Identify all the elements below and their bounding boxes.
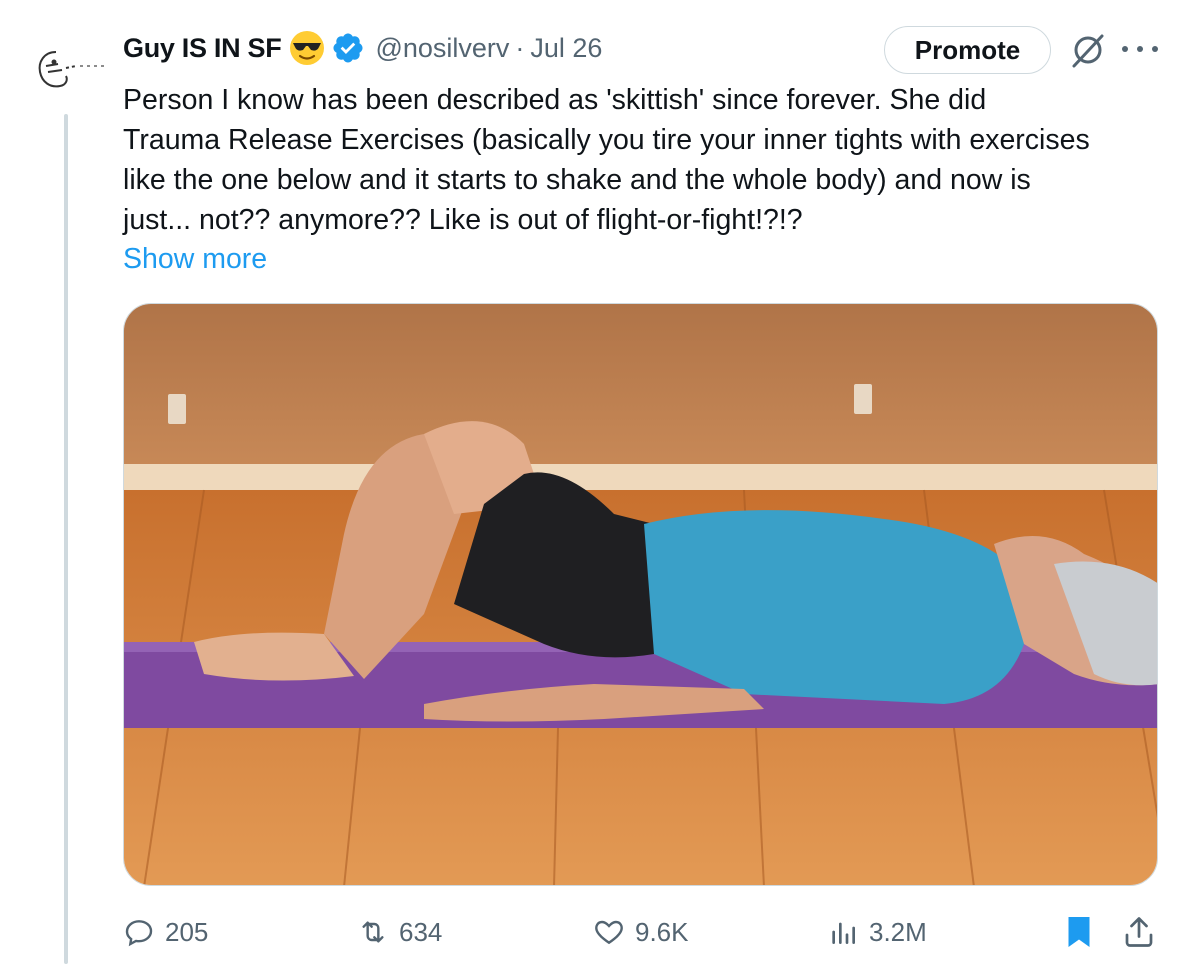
more-dot — [1152, 46, 1158, 52]
like-button[interactable]: 9.6K — [593, 910, 689, 954]
tweet-text: Person I know has been described as 'ski… — [123, 80, 1173, 240]
retweet-icon — [362, 921, 384, 943]
tweet-text-line: Trauma Release Exercises (basically you … — [123, 124, 1090, 156]
retweet-button[interactable]: 634 — [357, 910, 442, 954]
promote-button[interactable]: Promote — [884, 26, 1051, 74]
views-icon — [832, 922, 855, 944]
tweet-text-line: Person I know has been described as 'ski… — [123, 84, 987, 116]
tweet-date[interactable]: Jul 26 — [530, 33, 602, 64]
tweet-text-line: just... not?? anymore?? Like is out of f… — [123, 204, 803, 236]
bookmark-icon[interactable] — [1061, 914, 1097, 950]
reply-icon — [125, 920, 153, 947]
thread-line — [64, 114, 68, 964]
share-icon[interactable] — [1121, 914, 1157, 950]
tweet-actions: 205 634 9.6K 3.2M — [123, 910, 1163, 954]
reply-count: 205 — [165, 916, 209, 947]
views-count: 3.2M — [869, 916, 927, 947]
separator-dot: · — [515, 32, 525, 63]
like-count: 9.6K — [635, 916, 689, 947]
tweet-header: Guy IS IN SF @nosilverv · Jul 26 — [123, 26, 602, 70]
tweet-text-line: like the one below and it starts to shak… — [123, 164, 1031, 196]
more-dot — [1122, 46, 1128, 52]
verified-badge-icon — [333, 33, 363, 63]
media-image — [124, 304, 1157, 885]
heart-icon — [595, 920, 623, 945]
tweet-media[interactable] — [123, 303, 1158, 886]
avatar[interactable] — [36, 46, 108, 94]
display-name[interactable]: Guy IS IN SF — [123, 33, 282, 64]
grok-icon[interactable] — [1068, 30, 1108, 70]
sunglasses-emoji-icon — [290, 31, 325, 65]
more-icon[interactable] — [1122, 36, 1158, 62]
retweet-count: 634 — [399, 916, 443, 947]
handle[interactable]: @nosilverv — [375, 33, 509, 64]
reply-button[interactable]: 205 — [123, 910, 208, 954]
views-button[interactable]: 3.2M — [827, 910, 927, 954]
more-dot — [1137, 46, 1143, 52]
show-more-link[interactable]: Show more — [123, 239, 267, 279]
